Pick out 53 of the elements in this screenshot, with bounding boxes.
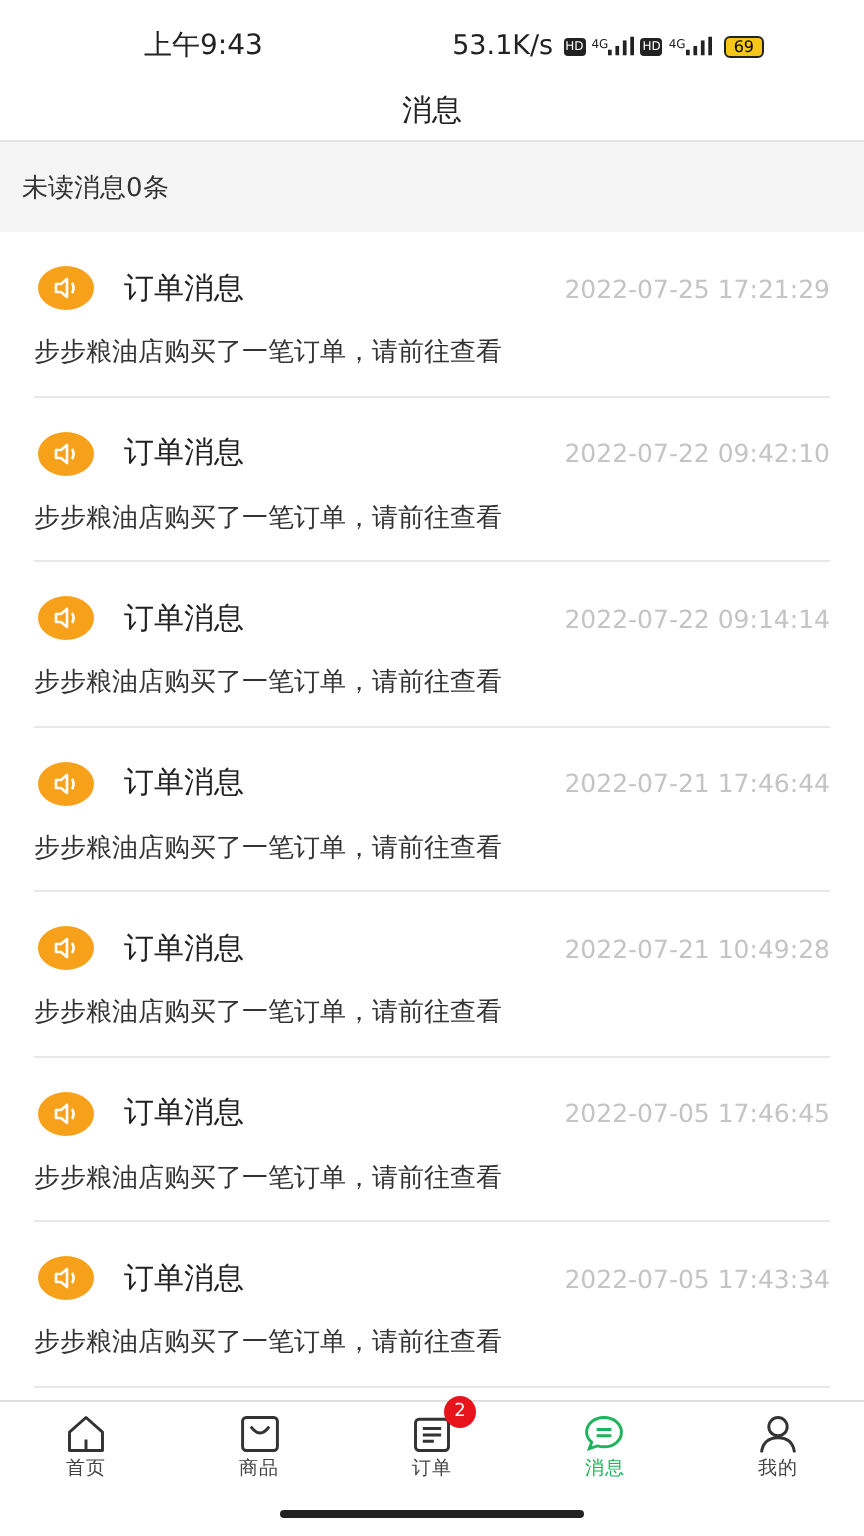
message-text: 步步粮油店购买了一笔订单，请前往查看 bbox=[34, 831, 504, 865]
message-text: 步步粮油店购买了一笔订单，请前往查看 bbox=[34, 996, 504, 1030]
message-time: 2022-07-25 17:21:29 bbox=[564, 273, 830, 303]
unread-count: 未读消息0条 bbox=[22, 171, 169, 205]
speaker-icon bbox=[38, 926, 94, 970]
list-icon bbox=[410, 1412, 455, 1456]
page-title: 消息 bbox=[402, 92, 462, 130]
nav-tab[interactable]: 我的 bbox=[691, 1402, 864, 1490]
message-item[interactable]: 订单消息 2022-07-21 17:46:44 步步粮油店购买了一笔订单，请前往查看 bbox=[34, 727, 830, 892]
message-item[interactable]: 订单消息 2022-07-25 17:21:29 步步粮油店购买了一笔订单，请前往查看 bbox=[34, 232, 830, 397]
message-item[interactable]: 订单消息 2022-07-22 09:42:10 步步粮油店购买了一笔订单，请前往查看 bbox=[34, 397, 830, 562]
message-time: 2022-07-05 17:46:45 bbox=[564, 1098, 830, 1128]
person-icon bbox=[755, 1412, 800, 1456]
signal-icon bbox=[685, 36, 712, 56]
message-title: 订单消息 bbox=[124, 1094, 246, 1132]
signal-icon bbox=[608, 36, 635, 56]
speaker-icon bbox=[38, 431, 94, 475]
network-speed: 53.1K/s bbox=[452, 30, 554, 62]
message-item[interactable]: 订单消息 2022-07-21 10:49:28 步步粮油店购买了一笔订单，请前往查看 bbox=[34, 892, 830, 1057]
battery-level: 69 bbox=[723, 35, 764, 57]
chat-icon bbox=[582, 1412, 627, 1456]
message-text: 步步粮油店购买了一笔订单，请前往查看 bbox=[34, 666, 504, 700]
nav-tab[interactable]: 2 订单 bbox=[345, 1402, 519, 1490]
nav-tab[interactable]: 首页 bbox=[0, 1402, 173, 1490]
home-icon bbox=[64, 1412, 109, 1456]
message-title: 订单消息 bbox=[124, 269, 246, 307]
speaker-icon bbox=[38, 1091, 94, 1135]
message-text: 步步粮油店购买了一笔订单，请前往查看 bbox=[34, 1326, 504, 1360]
status-time: 上午9:43 bbox=[144, 28, 263, 64]
speaker-icon bbox=[38, 1256, 94, 1300]
message-text: 步步粮油店购买了一笔订单，请前往查看 bbox=[34, 501, 504, 535]
message-item[interactable]: 订单消息 2022-07-22 09:14:14 步步粮油店购买了一笔订单，请前往查看 bbox=[34, 562, 830, 727]
message-title: 订单消息 bbox=[124, 764, 246, 802]
speaker-icon bbox=[38, 596, 94, 640]
message-time: 2022-07-22 09:14:14 bbox=[564, 603, 830, 633]
home-indicator[interactable] bbox=[280, 1509, 584, 1517]
count-badge: 2 bbox=[444, 1396, 477, 1428]
message-title: 订单消息 bbox=[124, 929, 246, 967]
message-time: 2022-07-22 09:42:10 bbox=[564, 438, 830, 468]
speaker-icon bbox=[38, 266, 94, 310]
message-item[interactable]: 订单消息 2022-07-05 17:46:45 步步粮油店购买了一笔订单，请前往查看 bbox=[34, 1057, 830, 1222]
message-time: 2022-07-21 10:49:28 bbox=[564, 933, 830, 963]
message-text: 步步粮油店购买了一笔订单，请前往查看 bbox=[34, 1161, 504, 1195]
nav-tab[interactable]: 商品 bbox=[172, 1402, 346, 1490]
message-text: 步步粮油店购买了一笔订单，请前往查看 bbox=[34, 336, 504, 370]
message-title: 订单消息 bbox=[124, 599, 246, 637]
message-time: 2022-07-05 17:43:34 bbox=[564, 1263, 830, 1293]
message-time: 2022-07-21 17:46:44 bbox=[564, 768, 830, 798]
bag-icon bbox=[237, 1412, 282, 1456]
message-item[interactable]: 订单消息 2022-07-05 17:43:34 步步粮油店购买了一笔订单，请前往查看 bbox=[34, 1222, 830, 1387]
message-title: 订单消息 bbox=[124, 434, 246, 472]
message-title: 订单消息 bbox=[124, 1259, 246, 1297]
speaker-icon bbox=[38, 761, 94, 805]
